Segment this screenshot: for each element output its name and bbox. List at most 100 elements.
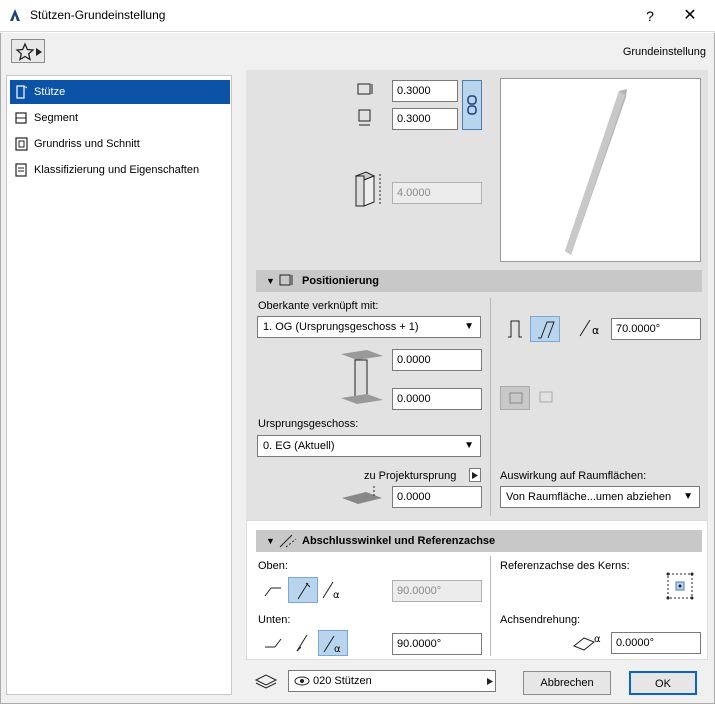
top-end-label: Oben: [258,560,288,572]
sidebar-item-grundriss[interactable]: Grundriss und Schnitt [10,132,230,156]
axis-rotation-icon: α [573,634,601,651]
sidebar: Stütze Segment Grundriss und Schnitt Kla… [6,75,232,695]
bottom-end-label: Unten: [258,614,291,626]
depth-icon [358,109,371,126]
3d-preview[interactable] [500,78,701,262]
top-offset-field[interactable]: 0.0000 [392,349,482,371]
sidebar-item-label: Klassifizierung und Eigenschaften [34,164,200,176]
column-rotation-icon [539,391,553,403]
perpendicular-cut-icon [297,582,311,600]
sidebar-item-stuetze[interactable]: Stütze [10,80,230,104]
home-story-label: Ursprungsgeschoss: [258,418,359,430]
window-title: Stützen-Grundeinstellung [30,8,166,22]
custom-angle-icon: α [322,581,340,600]
width-icon [357,83,373,95]
height-field[interactable]: 4.0000 [392,182,482,204]
layer-value: 020 Stützen [313,675,372,687]
svg-text:α: α [592,324,599,337]
reference-axis-grid-icon [666,572,694,600]
bottom-angle-field[interactable]: 90.0000° [392,633,482,655]
core-reference-picker[interactable] [664,570,696,602]
sidebar-item-klassifizierung[interactable]: Klassifizierung und Eigenschaften [10,158,230,182]
slant-angle-field[interactable]: 70.0000° [611,318,701,340]
column-offset-icon [341,350,383,404]
star-icon [15,42,35,61]
axis-rotation-label: Achsendrehung: [500,614,581,626]
help-button[interactable]: ? [630,4,670,28]
triangle-down-icon: ▼ [266,276,275,286]
top-linked-label: Oberkante verknüpft mit: [258,300,379,312]
end-angle-icon [279,534,297,548]
chevron-down-icon: ▼ [464,440,474,451]
top-linked-dropdown[interactable]: 1. OG (Ursprungsgeschoss + 1) ▼ [257,316,481,338]
section-title: Positionierung [302,275,379,287]
archicad-app-icon [10,9,20,21]
custom-angle-icon: α [323,635,341,654]
chevron-down-icon: ▼ [683,491,693,502]
section-title: Abschlusswinkel und Referenzachse [302,535,496,547]
depth-field[interactable]: 0.3000 [392,108,458,130]
perpendicular-cut-icon [296,634,308,652]
axis-rotation-field[interactable]: 0.0000° [611,632,701,654]
chain-link-icon [467,95,477,115]
segment-icon [15,112,27,124]
chevron-down-icon: ▼ [464,321,474,332]
top-end-horizontal-button[interactable] [258,577,288,603]
zone-effect-value: Von Raumfläche...umen abziehen [506,491,672,503]
floorplan-section-icon [15,137,28,151]
positioning-icon [279,274,293,286]
section-divider [490,556,491,656]
top-end-custom-angle-button[interactable]: α [318,577,348,603]
top-linked-value: 1. OG (Ursprungsgeschoss + 1) [263,321,419,333]
positioning-section-header[interactable]: ▼ Positionierung [256,270,702,292]
vertical-column-button[interactable] [500,316,530,342]
close-button[interactable]: ✕ [670,4,710,28]
bottom-end-custom-angle-button[interactable]: α [318,630,348,656]
bottom-end-perpendicular-button[interactable] [288,630,318,656]
column-direction-icon [509,392,523,404]
home-story-value: 0. EG (Aktuell) [263,440,335,452]
layer-icon [254,674,278,689]
flip-column-button[interactable] [500,386,530,410]
cancel-button[interactable]: Abbrechen [523,671,611,695]
svg-text:α: α [334,644,341,654]
bottom-offset-field[interactable]: 0.0000 [392,388,482,410]
top-end-perpendicular-button[interactable] [288,577,318,603]
sidebar-item-segment[interactable]: Segment [10,106,230,130]
slant-angle-icon: α [579,319,599,337]
ok-button[interactable]: OK [629,671,697,695]
section-divider [490,298,491,516]
classification-icon [15,163,27,177]
title-bar: Stützen-Grundeinstellung ? ✕ [0,0,715,32]
svg-text:α: α [594,634,601,645]
layer-selector[interactable]: 020 Stützen [288,670,496,692]
width-field[interactable]: 0.3000 [392,80,458,102]
link-width-depth-button[interactable] [462,80,482,130]
triangle-right-icon [487,678,493,685]
home-story-dropdown[interactable]: 0. EG (Aktuell) ▼ [257,435,481,457]
favorites-button[interactable] [11,39,45,63]
sidebar-item-label: Stütze [34,86,66,98]
preset-label: Grundeinstellung [622,46,706,58]
sidebar-item-label: Grundriss und Schnitt [34,138,140,150]
top-angle-field[interactable]: 90.0000° [392,580,482,602]
slanted-column-icon [538,321,555,339]
core-reference-label: Referenzachse des Kerns: [500,560,630,572]
zone-effect-label: Auswirkung auf Raumflächen: [500,470,647,482]
sidebar-item-label: Segment [34,112,79,124]
zone-effect-dropdown[interactable]: Von Raumfläche...umen abziehen ▼ [500,486,700,508]
triangle-right-icon [472,472,478,479]
column-height-icon [354,171,381,207]
bottom-end-horizontal-button[interactable] [258,630,288,656]
slanted-column-button[interactable] [530,316,560,342]
end-angle-section-header[interactable]: ▼ Abschlusswinkel und Referenzachse [256,530,702,552]
triangle-down-icon: ▼ [266,536,275,546]
rotate-column-button[interactable] [531,386,561,410]
project-zero-menu-button[interactable] [469,468,481,482]
straight-column-icon [508,320,522,338]
project-zero-label: zu Projektursprung [364,470,457,482]
project-zero-field[interactable]: 0.0000 [392,486,482,508]
column-3d-preview-image [565,89,627,255]
eye-icon [294,676,310,686]
elevation-icon [342,486,382,504]
